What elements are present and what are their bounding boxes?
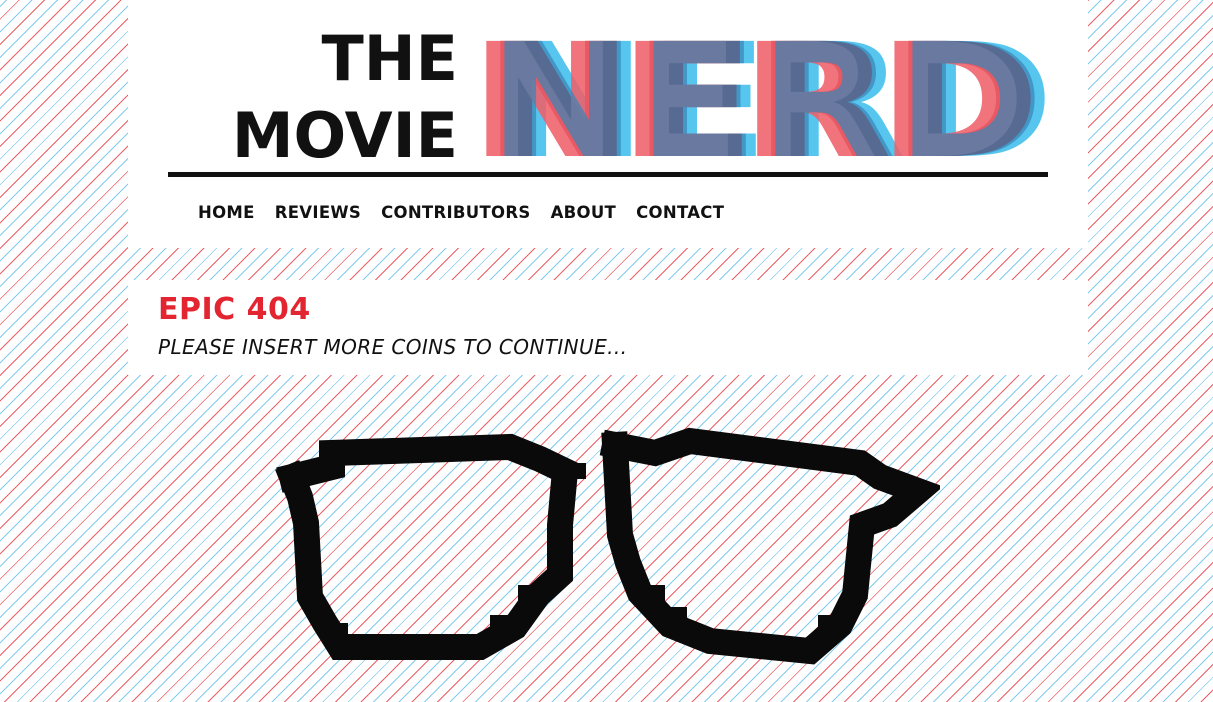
- logo-brand-blue-layer: NERD: [488, 18, 1044, 160]
- logo-svg: THE MOVIE NERD NERD NERD NERD: [232, 18, 1048, 160]
- site-logo[interactable]: THE MOVIE NERD NERD NERD NERD: [168, 18, 1048, 160]
- nav-item-reviews[interactable]: REVIEWS: [275, 203, 361, 222]
- right-lens-pixel-step: [645, 585, 665, 605]
- right-lens-pixel-step: [665, 607, 687, 629]
- right-lens-frame: [599, 427, 940, 665]
- pixel-glasses-icon: [270, 415, 940, 680]
- logo-line-the: THE: [321, 22, 458, 95]
- error-subtitle: PLEASE INSERT MORE COINS TO CONTINUE...: [158, 335, 628, 359]
- nav-item-about[interactable]: ABOUT: [551, 203, 617, 222]
- right-temple-tip: [605, 435, 623, 453]
- logo-line-movie: MOVIE: [232, 99, 458, 160]
- left-lens-pixel-step: [518, 585, 542, 607]
- site-header: THE MOVIE NERD NERD NERD NERD HOME REVIE…: [128, 0, 1088, 248]
- glasses-svg: [275, 427, 940, 665]
- right-lens-pixel-step: [818, 615, 840, 637]
- main-nav: HOME REVIEWS CONTRIBUTORS ABOUT CONTACT: [198, 203, 724, 222]
- error-message-panel: EPIC 404 PLEASE INSERT MORE COINS TO CON…: [128, 280, 1088, 375]
- left-lens-pixel-step: [490, 615, 514, 635]
- nav-item-home[interactable]: HOME: [198, 203, 255, 222]
- header-divider: [168, 172, 1048, 177]
- left-lens-pixel-step: [328, 623, 348, 643]
- left-lens-frame: [275, 433, 579, 660]
- left-temple-tip: [566, 463, 586, 479]
- nav-item-contributors[interactable]: CONTRIBUTORS: [381, 203, 531, 222]
- nav-item-contact[interactable]: CONTACT: [636, 203, 724, 222]
- error-title: EPIC 404: [158, 292, 311, 327]
